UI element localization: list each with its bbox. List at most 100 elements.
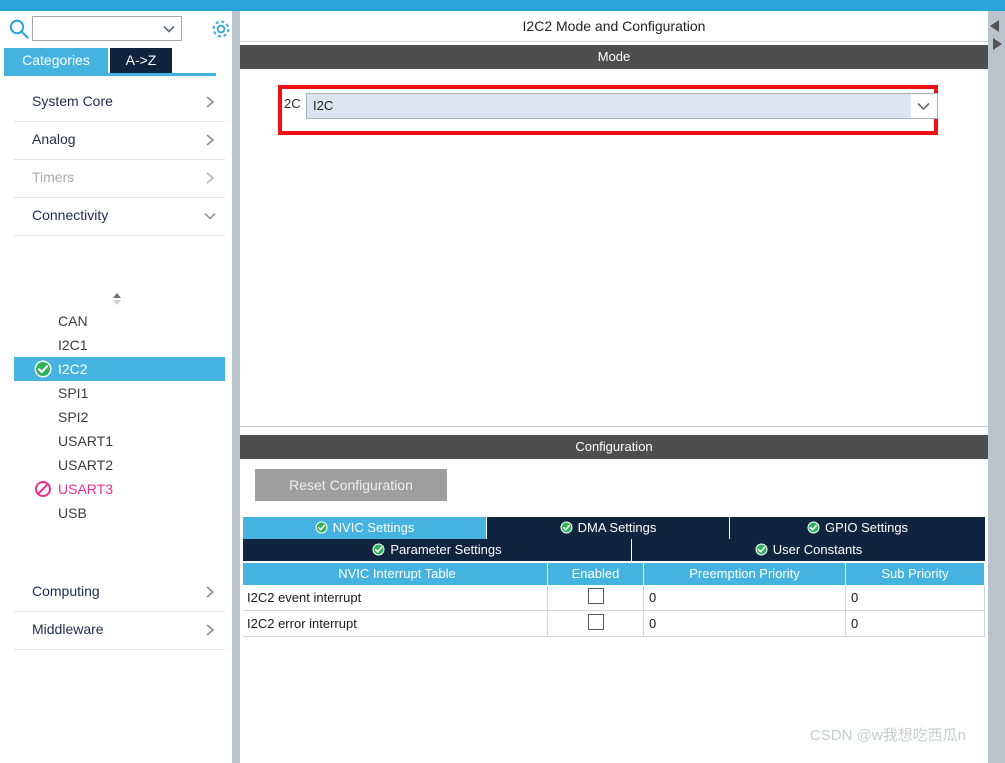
mode-field-label: 2C	[284, 96, 301, 111]
category-label: Middleware	[32, 621, 104, 637]
configuration-section-header: Configuration	[240, 435, 988, 459]
sidebar: Categories A->Z System Core Analog Timer…	[0, 11, 232, 763]
tab-label: DMA Settings	[577, 520, 657, 535]
peripheral-label: CAN	[58, 313, 88, 329]
tab-a-to-z[interactable]: A->Z	[110, 48, 172, 73]
column-header-preemption: Preemption Priority	[644, 563, 846, 585]
tab-label: User Constants	[772, 542, 863, 557]
tab-dma-settings[interactable]: DMA Settings	[487, 517, 729, 539]
search-combobox[interactable]	[32, 16, 182, 41]
chevron-down-icon	[916, 100, 931, 112]
sub-priority-value[interactable]: 0	[846, 585, 985, 610]
mode-combobox[interactable]: I2C	[306, 93, 938, 119]
right-scroll-gutter[interactable]	[988, 11, 1005, 763]
table-header-row: NVIC Interrupt Table Enabled Preemption …	[243, 563, 985, 585]
category-label: System Core	[32, 93, 113, 109]
chevron-right-icon	[203, 94, 217, 110]
sort-updown-icon[interactable]	[110, 291, 124, 307]
sidebar-category-computing[interactable]: Computing	[14, 574, 225, 612]
configuration-section-body: Reset Configuration NVIC Settings DMA Se…	[240, 459, 988, 763]
tab-nvic-settings[interactable]: NVIC Settings	[243, 517, 486, 539]
tab-user-constants[interactable]: User Constants	[632, 539, 985, 561]
check-circle-icon	[755, 541, 768, 556]
configuration-tabs-row-2: Parameter Settings User Constants	[243, 539, 985, 561]
reset-configuration-button[interactable]: Reset Configuration	[255, 469, 447, 501]
preemption-priority-value[interactable]: 0	[644, 585, 846, 610]
peripheral-label: I2C2	[58, 361, 88, 377]
tab-gpio-settings[interactable]: GPIO Settings	[730, 517, 985, 539]
gear-icon[interactable]	[208, 16, 234, 42]
watermark: CSDN @w我想吃西瓜n	[809, 727, 966, 744]
peripheral-label: SPI2	[58, 409, 89, 425]
chevron-down-icon	[203, 208, 217, 224]
peripheral-item-usart3[interactable]: USART3	[14, 477, 225, 501]
chevron-right-icon	[203, 584, 217, 600]
sidebar-tabs-underline	[4, 73, 216, 76]
preemption-priority-value[interactable]: 0	[644, 611, 846, 636]
peripheral-label: USART3	[58, 481, 113, 497]
main-content: I2C2 Mode and Configuration Mode 2C I2C …	[240, 11, 1005, 763]
search-input[interactable]	[35, 18, 161, 39]
check-circle-icon	[372, 541, 385, 556]
mode-combobox-button[interactable]	[911, 94, 937, 118]
chevron-right-icon	[203, 132, 217, 148]
enabled-cell[interactable]	[548, 611, 644, 636]
peripheral-label: USB	[58, 505, 87, 521]
check-circle-icon	[315, 519, 328, 534]
category-list-upper: System Core Analog Timers Connectivity	[14, 84, 225, 236]
chevron-right-icon	[203, 622, 217, 638]
category-label: Computing	[32, 583, 100, 599]
tab-label: NVIC Settings	[332, 520, 415, 535]
sidebar-category-middleware[interactable]: Middleware	[14, 612, 225, 650]
peripheral-item-i2c2[interactable]: I2C2	[14, 357, 225, 381]
triangle-left-icon[interactable]	[989, 19, 1001, 33]
column-header-enabled: Enabled	[548, 563, 644, 585]
peripheral-item-spi2[interactable]: SPI2	[14, 405, 225, 429]
peripheral-item-usart1[interactable]: USART1	[14, 429, 225, 453]
search-icon	[8, 18, 30, 40]
no-entry-icon	[34, 480, 52, 498]
sidebar-category-system-core[interactable]: System Core	[14, 84, 225, 122]
mode-section-header: Mode	[240, 45, 988, 69]
check-circle-icon	[34, 360, 52, 378]
sub-priority-value[interactable]: 0	[846, 611, 985, 636]
enabled-checkbox[interactable]	[587, 614, 604, 630]
peripheral-item-can[interactable]: CAN	[14, 309, 225, 333]
configuration-tabs-row-1: NVIC Settings DMA Settings GPIO Settings	[243, 517, 985, 539]
enabled-cell[interactable]	[548, 585, 644, 610]
column-header-interrupt: NVIC Interrupt Table	[243, 563, 548, 585]
table-row[interactable]: I2C2 event interrupt 0 0	[243, 585, 985, 611]
interrupt-name: I2C2 error interrupt	[243, 611, 548, 636]
peripheral-label: I2C1	[58, 337, 88, 353]
peripheral-label: USART2	[58, 457, 113, 473]
table-row[interactable]: I2C2 error interrupt 0 0	[243, 611, 985, 637]
enabled-checkbox[interactable]	[587, 588, 604, 604]
category-label: Analog	[32, 131, 76, 147]
peripheral-label: USART1	[58, 433, 113, 449]
sidebar-search-row	[0, 11, 232, 48]
column-header-sub-priority: Sub Priority	[846, 563, 985, 585]
sidebar-tabs: Categories A->Z	[0, 48, 232, 76]
window-title-strip	[0, 0, 1005, 11]
check-circle-icon	[807, 519, 820, 534]
category-label: Connectivity	[32, 207, 109, 223]
check-circle-icon	[560, 519, 573, 534]
peripheral-item-spi1[interactable]: SPI1	[14, 381, 225, 405]
tab-label: GPIO Settings	[824, 520, 909, 535]
category-list-lower: Computing Middleware	[14, 574, 225, 650]
sidebar-category-timers[interactable]: Timers	[14, 160, 225, 198]
triangle-right-icon[interactable]	[991, 37, 1003, 51]
tab-label: Parameter Settings	[390, 542, 502, 557]
mode-combobox-value: I2C	[313, 98, 334, 113]
sidebar-category-connectivity[interactable]: Connectivity	[14, 198, 225, 236]
chevron-right-icon	[203, 170, 217, 186]
nvic-interrupt-table: NVIC Interrupt Table Enabled Preemption …	[243, 563, 985, 637]
peripheral-item-usb[interactable]: USB	[14, 501, 225, 525]
panel-divider	[232, 11, 240, 763]
tab-parameter-settings[interactable]: Parameter Settings	[243, 539, 631, 561]
sidebar-category-analog[interactable]: Analog	[14, 122, 225, 160]
peripheral-item-usart2[interactable]: USART2	[14, 453, 225, 477]
peripheral-item-i2c1[interactable]: I2C1	[14, 333, 225, 357]
chevron-down-icon[interactable]	[162, 23, 176, 35]
tab-categories[interactable]: Categories	[4, 48, 108, 73]
